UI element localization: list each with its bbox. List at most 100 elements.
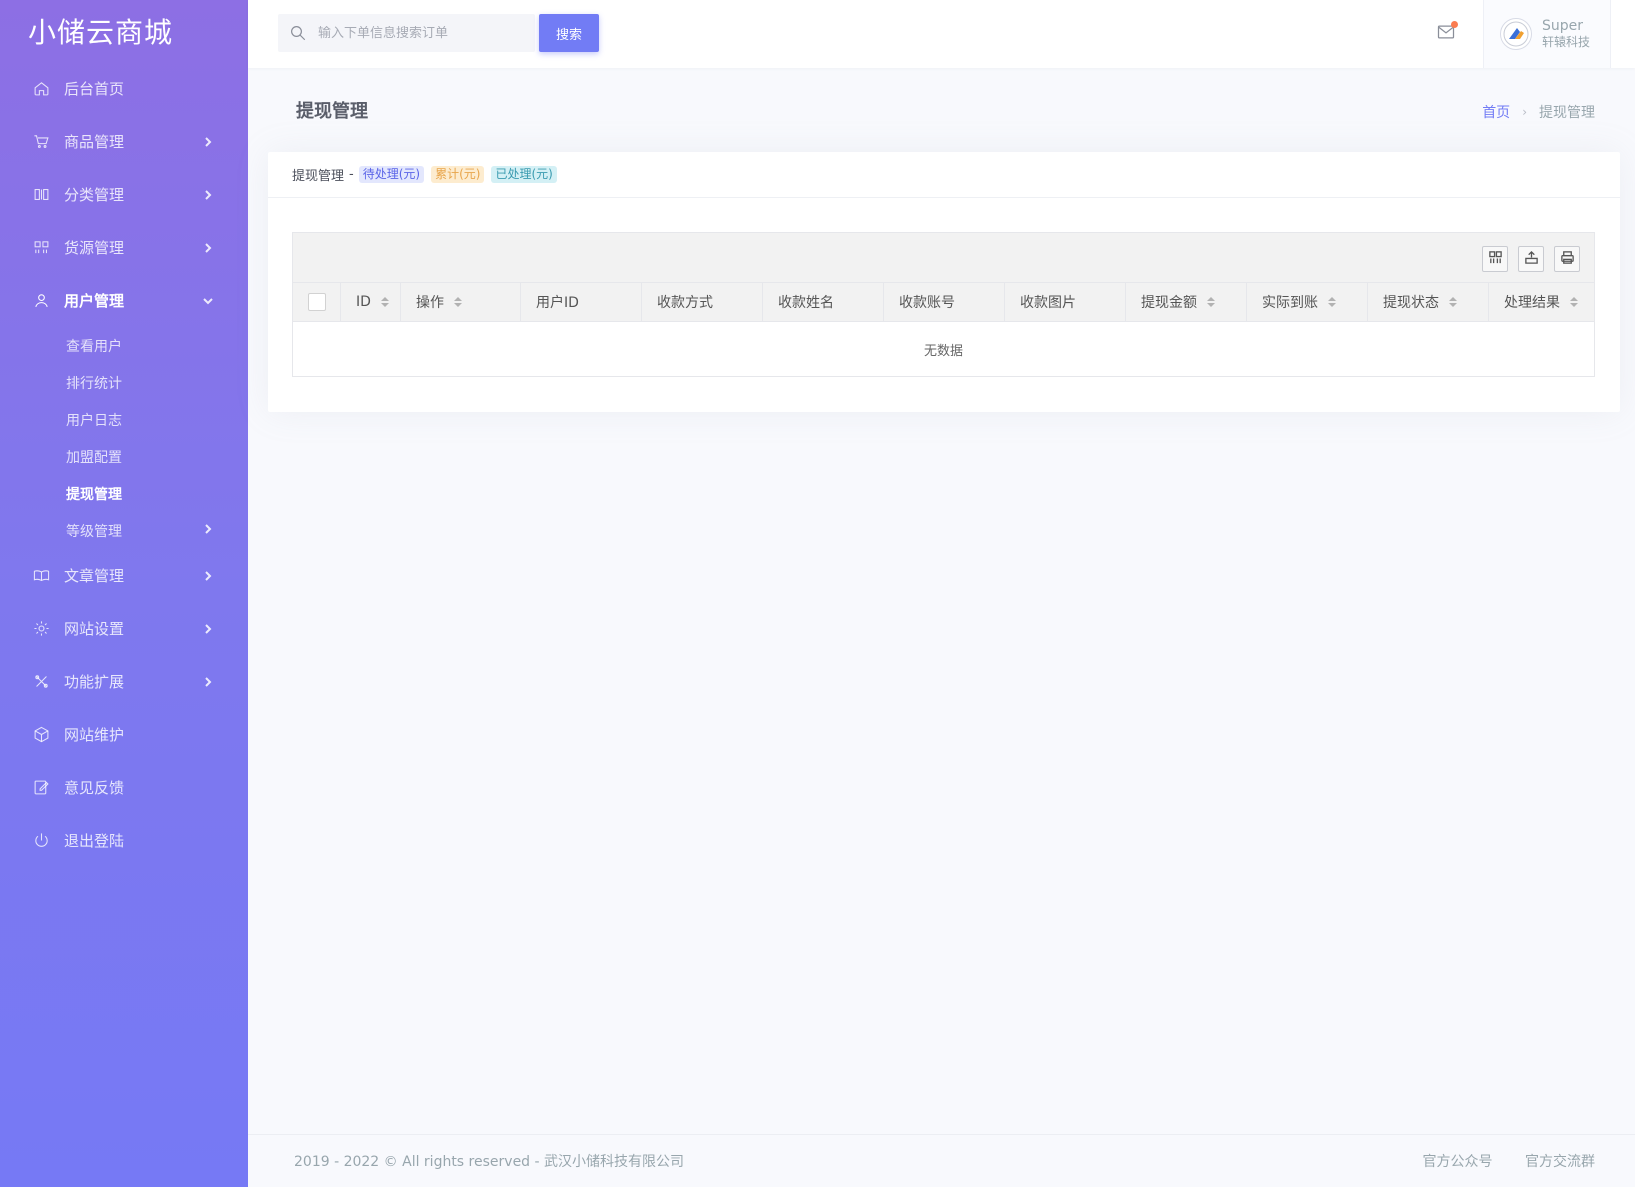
columns-filter-button[interactable] [1482,246,1508,272]
user-menu[interactable]: Super 轩辕科技 [1483,0,1611,68]
chevron-right-icon [202,189,214,201]
sidebar-item-maintenance[interactable]: 网站维护 [0,708,248,761]
sidebar-subitem-levels[interactable]: 等级管理 [0,512,248,549]
sidebar: 小储云商城 后台首页 商品管理 分类管理 货源管理 用户管理 查看用户 排行统计… [0,0,248,1187]
chevron-right-icon [202,623,214,635]
sidebar-item-products[interactable]: 商品管理 [0,115,248,168]
column-header-payee-account: 收款账号 [884,283,1005,321]
notification-dot [1451,21,1458,28]
column-label: 处理结果 [1504,295,1560,311]
sidebar-subitem-label: 排行统计 [66,375,122,392]
grid-icon [32,239,50,257]
avatar [1500,18,1532,50]
columns-icon [1488,250,1503,269]
sidebar-subitem-label: 等级管理 [66,523,122,540]
edit-icon [32,779,50,797]
sidebar-subitem-label: 加盟配置 [66,449,122,466]
sidebar-item-label: 网站设置 [64,620,125,638]
column-label: 提现金额 [1141,295,1197,311]
sidebar-item-categories[interactable]: 分类管理 [0,168,248,221]
sort-icon[interactable] [380,297,389,307]
sidebar-subitem-franchise[interactable]: 加盟配置 [0,438,248,475]
table-header: ID 操作 用户ID 收款方式 收款姓名 收款账号 收款图片 提现金额 实际到账… [293,283,1594,322]
footer: 2019 - 2022 © All rights reserved - 武汉小储… [248,1134,1635,1187]
sidebar-item-logout[interactable]: 退出登陆 [0,814,248,867]
brand-logo[interactable]: 小储云商城 [0,0,248,62]
chevron-right-icon [202,676,214,688]
tools-icon [32,673,50,691]
page-title: 提现管理 [296,101,368,122]
sidebar-item-label: 分类管理 [64,186,125,204]
column-header-user-id: 用户ID [521,283,642,321]
search-box [278,14,535,52]
column-label: 收款姓名 [778,295,834,311]
sidebar-subitem-user-log[interactable]: 用户日志 [0,401,248,438]
sidebar-item-settings[interactable]: 网站设置 [0,602,248,655]
withdrawal-table: ID 操作 用户ID 收款方式 收款姓名 收款账号 收款图片 提现金额 实际到账… [292,232,1595,377]
breadcrumb: 首页 › 提现管理 [1482,102,1595,122]
sort-icon[interactable] [454,297,462,307]
select-all-cell [293,283,341,321]
column-label: ID [356,294,371,310]
book-icon [32,567,50,585]
total-amount-badge: 累计(元) [431,166,485,183]
sidebar-item-label: 用户管理 [64,292,125,310]
sidebar-item-feedback[interactable]: 意见反馈 [0,761,248,814]
export-button[interactable] [1518,246,1544,272]
sidebar-item-extensions[interactable]: 功能扩展 [0,655,248,708]
sidebar-subitem-label: 查看用户 [66,338,122,355]
chevron-right-icon [202,523,214,539]
breadcrumb-home[interactable]: 首页 [1482,102,1510,122]
chevron-right-icon [202,570,214,582]
column-header-action[interactable]: 操作 [401,283,521,321]
sidebar-item-articles[interactable]: 文章管理 [0,549,248,602]
export-icon [1524,250,1539,269]
card-title: 提现管理 [292,169,345,184]
column-label: 用户ID [536,295,579,311]
community-group-link[interactable]: 官方交流群 [1525,1154,1595,1170]
search-input[interactable] [318,25,528,41]
sidebar-item-label: 网站维护 [64,726,125,744]
sort-icon[interactable] [1207,297,1215,307]
column-label: 收款账号 [899,295,955,311]
breadcrumb-current: 提现管理 [1539,105,1595,121]
sidebar-item-home[interactable]: 后台首页 [0,62,248,115]
column-header-payment-method: 收款方式 [642,283,763,321]
card-title-dash: - [349,167,354,182]
sidebar-subitem-view-users[interactable]: 查看用户 [0,327,248,364]
select-all-checkbox[interactable] [308,293,326,311]
pending-amount-badge: 待处理(元) [358,166,425,183]
search-icon [278,24,318,42]
sort-icon[interactable] [1449,297,1457,307]
column-header-result[interactable]: 处理结果 [1489,283,1594,321]
sidebar-item-users[interactable]: 用户管理 [0,274,248,327]
breadcrumb-separator-icon: › [1522,105,1527,119]
withdrawal-card: 提现管理 - 待处理(元) 累计(元) 已处理(元) ID 操作 用户ID 收款… [268,152,1620,412]
notification-button[interactable] [1436,21,1458,44]
processed-amount-badge: 已处理(元) [491,166,557,183]
column-header-actual-received[interactable]: 实际到账 [1247,283,1368,321]
sidebar-subitem-ranking[interactable]: 排行统计 [0,364,248,401]
chevron-right-icon [202,136,214,148]
column-header-amount[interactable]: 提现金额 [1126,283,1247,321]
table-empty-message: 无数据 [923,343,963,359]
sort-icon[interactable] [1328,297,1336,307]
user-name: Super [1542,18,1584,34]
home-icon [32,80,50,98]
search-button[interactable]: 搜索 [539,14,599,52]
column-header-payee-image: 收款图片 [1005,283,1126,321]
column-header-status[interactable]: 提现状态 [1368,283,1489,321]
sidebar-subitem-label: 用户日志 [66,412,122,429]
sidebar-item-label: 商品管理 [64,133,125,151]
box-icon [32,726,50,744]
column-header-id[interactable]: ID [341,283,401,321]
print-button[interactable] [1554,246,1580,272]
official-account-link[interactable]: 官方公众号 [1423,1154,1493,1170]
sidebar-item-sources[interactable]: 货源管理 [0,221,248,274]
sidebar-subitem-label: 提现管理 [66,486,122,503]
sort-icon[interactable] [1570,297,1578,307]
cart-icon [32,133,50,151]
sidebar-subitem-withdrawal[interactable]: 提现管理 [0,475,248,512]
card-header: 提现管理 - 待处理(元) 累计(元) 已处理(元) [268,152,1620,198]
sidebar-submenu-users: 查看用户 排行统计 用户日志 加盟配置 提现管理 等级管理 [0,327,248,549]
